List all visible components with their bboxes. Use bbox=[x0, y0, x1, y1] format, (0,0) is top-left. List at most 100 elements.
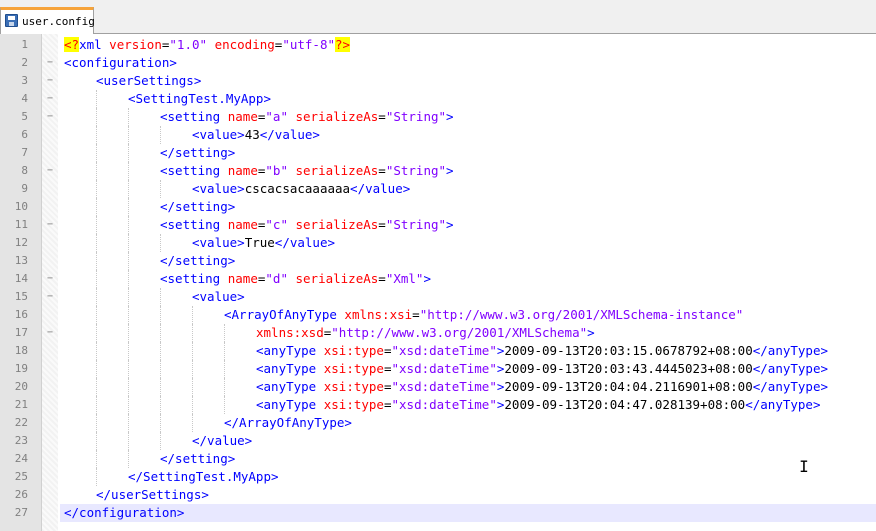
token-attr: serializeAs bbox=[295, 163, 379, 178]
code-line[interactable]: 11− <setting name="c" serializeAs="String… bbox=[0, 216, 876, 234]
token-text: = bbox=[383, 397, 392, 412]
token-attr: name bbox=[227, 163, 258, 178]
code-line[interactable]: 16 <ArrayOfAnyType xmlns:xsi="http://www.… bbox=[0, 306, 876, 324]
token-attr: name bbox=[227, 217, 258, 232]
fold-toggle-icon[interactable]: − bbox=[42, 324, 58, 342]
fold-toggle-icon[interactable]: − bbox=[42, 216, 58, 234]
fold-toggle-icon[interactable]: − bbox=[42, 72, 58, 90]
code-text: <setting name="a" serializeAs="String"> bbox=[160, 108, 454, 126]
code-line[interactable]: 19 <anyType xsi:type="xsd:dateTime">2009-… bbox=[0, 360, 876, 378]
tab-user-config[interactable]: user.config bbox=[0, 7, 95, 34]
indent-guide bbox=[160, 180, 161, 198]
token-attr: name bbox=[227, 109, 258, 124]
line-number: 4 bbox=[21, 92, 28, 105]
indent-guide bbox=[128, 198, 129, 216]
indent-guide bbox=[192, 378, 193, 396]
indent-guide bbox=[96, 270, 97, 288]
token-val: "http://www.w3.org/2001/XMLSchema" bbox=[331, 325, 588, 340]
code-line[interactable]: 13 </setting> bbox=[0, 252, 876, 270]
indent-guide bbox=[224, 360, 225, 378]
indent-guide bbox=[96, 306, 97, 324]
token-text: = bbox=[383, 361, 392, 376]
indent-guide bbox=[96, 450, 97, 468]
token-tag: </SettingTest.MyApp> bbox=[128, 469, 279, 484]
code-editor[interactable]: 1 <?xml version="1.0" encoding="utf-8"?> 2… bbox=[0, 34, 876, 531]
indent-guide bbox=[160, 360, 161, 378]
code-line[interactable]: 18 <anyType xsi:type="xsd:dateTime">2009-… bbox=[0, 342, 876, 360]
code-line[interactable]: 8− <setting name="b" serializeAs="String"… bbox=[0, 162, 876, 180]
token-tag: <setting bbox=[160, 109, 221, 124]
token-tag: <userSettings> bbox=[96, 73, 202, 88]
indent-guide bbox=[96, 162, 97, 180]
token-tag: </value> bbox=[192, 433, 253, 448]
token-tag: > bbox=[446, 109, 454, 124]
code-line[interactable]: 6 <value>43</value> bbox=[0, 126, 876, 144]
indent-guide bbox=[96, 198, 97, 216]
token-tag: <value> bbox=[192, 127, 245, 142]
indent-guide bbox=[96, 414, 97, 432]
token-tag: <anyType bbox=[256, 361, 317, 376]
token-tag: <anyType bbox=[256, 397, 317, 412]
code-line[interactable]: 3 − <userSettings> bbox=[0, 72, 876, 90]
code-line[interactable]: 14− <setting name="d" serializeAs="Xml"> bbox=[0, 270, 876, 288]
line-number: 18 bbox=[14, 344, 28, 357]
line-number: 3 bbox=[21, 74, 28, 87]
fold-toggle-icon[interactable]: − bbox=[42, 90, 58, 108]
code-line[interactable]: 4 − <SettingTest.MyApp> bbox=[0, 90, 876, 108]
code-line[interactable]: 23 </value> bbox=[0, 432, 876, 450]
line-number: 20 bbox=[14, 380, 28, 393]
code-line[interactable]: 5 − <setting name="a" serializeAs="String"… bbox=[0, 108, 876, 126]
code-line[interactable]: 17 − xmlns:xsd="http://www.w3.org/2001/XML… bbox=[0, 324, 876, 342]
code-text: <setting name="c" serializeAs="String"> bbox=[160, 216, 454, 234]
fold-toggle-icon[interactable]: − bbox=[42, 162, 58, 180]
token-val: "http://www.w3.org/2001/XMLSchema-instan… bbox=[419, 307, 744, 322]
line-number: 8 bbox=[21, 164, 28, 177]
indent-guide bbox=[96, 144, 97, 162]
line-number: 5 bbox=[21, 110, 28, 123]
code-line[interactable]: 12 <value>True</value> bbox=[0, 234, 876, 252]
code-line[interactable]: 7 </setting> bbox=[0, 144, 876, 162]
fold-toggle-icon[interactable]: − bbox=[42, 270, 58, 288]
code-text: <setting name="b" serializeAs="String"> bbox=[160, 162, 454, 180]
token-val: "xsd:dateTime" bbox=[391, 343, 497, 358]
indent-guide bbox=[192, 414, 193, 432]
line-highlight bbox=[60, 432, 876, 450]
code-line[interactable]: 15 − <value> bbox=[0, 288, 876, 306]
indent-guide bbox=[224, 378, 225, 396]
code-line[interactable]: 2 − <configuration> bbox=[0, 54, 876, 72]
fold-toggle-icon[interactable]: − bbox=[42, 54, 58, 72]
token-tag: > bbox=[446, 163, 454, 178]
token-tag: </anyType> bbox=[752, 379, 829, 394]
code-line[interactable]: 1 <?xml version="1.0" encoding="utf-8"?> bbox=[0, 36, 876, 54]
code-line[interactable]: 27 </configuration> bbox=[0, 504, 876, 522]
token-text: = bbox=[378, 163, 386, 178]
code-line[interactable]: 20 <anyType xsi:type="xsd:dateTime">2009-… bbox=[0, 378, 876, 396]
code-line[interactable]: 10 </setting> bbox=[0, 198, 876, 216]
token-attr: version bbox=[109, 37, 162, 52]
fold-toggle-icon[interactable]: − bbox=[42, 288, 58, 306]
code-line[interactable]: 22 </ArrayOfAnyType> bbox=[0, 414, 876, 432]
fold-toggle-icon[interactable]: − bbox=[42, 108, 58, 126]
indent-guide bbox=[96, 90, 97, 108]
indent-guide bbox=[160, 414, 161, 432]
token-text: cscacsacaaaaaa bbox=[244, 181, 351, 196]
code-text: <value> bbox=[192, 288, 245, 306]
token-tag: </value> bbox=[259, 127, 320, 142]
code-text: <value>43</value> bbox=[192, 126, 320, 144]
code-line[interactable]: 9 <value>cscacsacaaaaaa</value> bbox=[0, 180, 876, 198]
indent-guide bbox=[96, 288, 97, 306]
code-line[interactable]: 25 </SettingTest.MyApp> bbox=[0, 468, 876, 486]
code-line[interactable]: 24 </setting> bbox=[0, 450, 876, 468]
code-line[interactable]: 21 <anyType xsi:type="xsd:dateTime">2009-… bbox=[0, 396, 876, 414]
code-line[interactable]: 26 </userSettings> bbox=[0, 486, 876, 504]
line-number: 7 bbox=[21, 146, 28, 159]
